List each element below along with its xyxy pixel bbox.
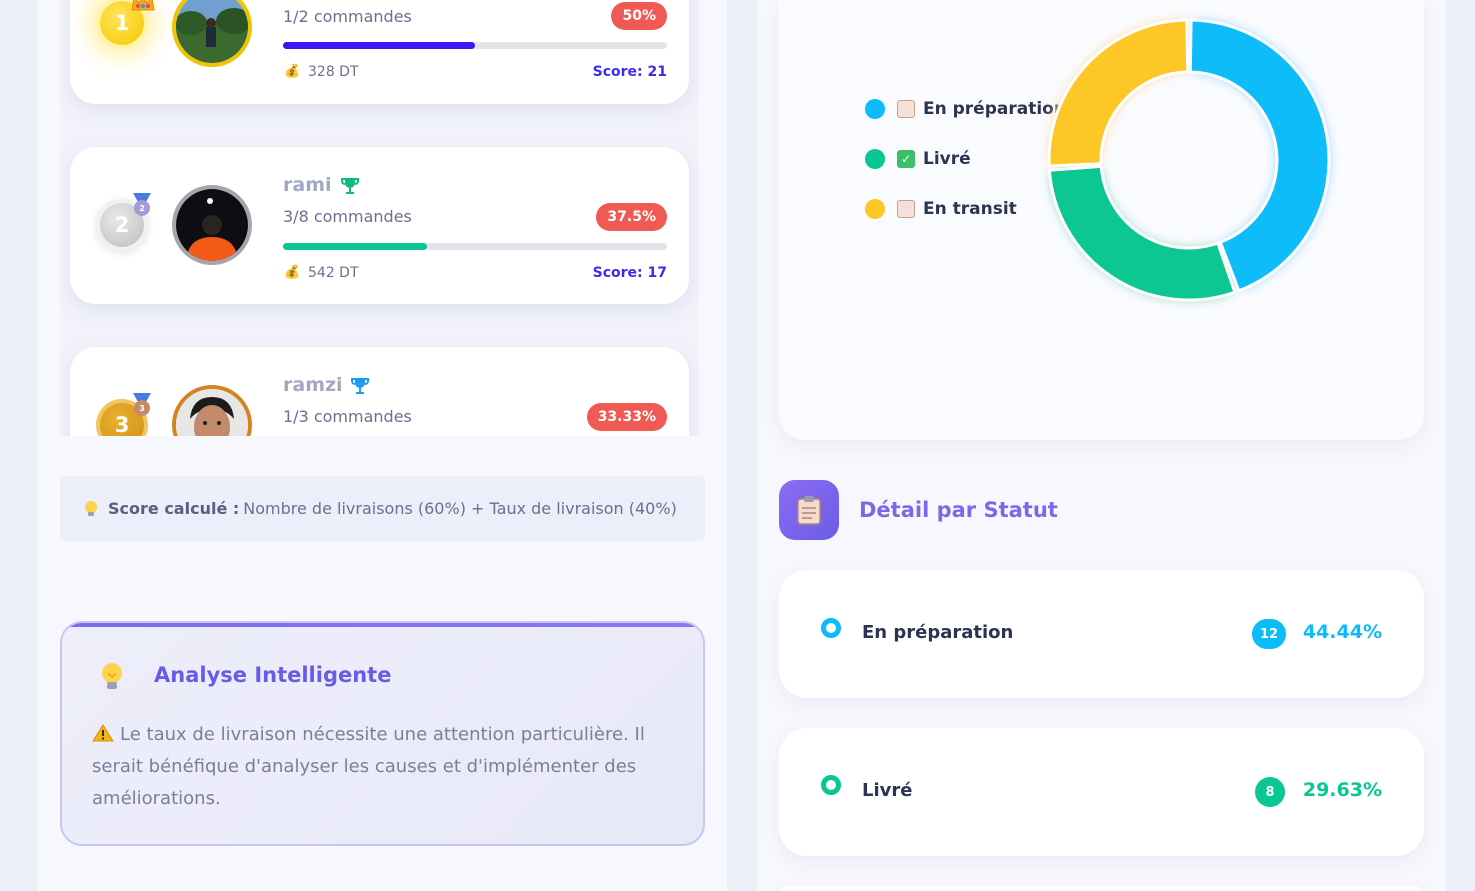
legend-label: Livré: [923, 149, 971, 169]
legend-color-dot: [865, 149, 885, 169]
status-percent: 29.63%: [1302, 779, 1382, 801]
progress-bar: [283, 243, 667, 250]
legend-label: En transit: [923, 199, 1017, 219]
check-box-icon: ✓: [897, 150, 915, 168]
trophy-icon: [341, 178, 359, 194]
progress-bar: [283, 42, 667, 49]
lightbulb-icon: [85, 500, 97, 516]
leaderboard-card-2[interactable]: 2 2 rami 3/8 commandes 37.5% 💰 542 DT Sc…: [70, 147, 689, 304]
score-note-text: Nombre de livraisons (60%) + Taux de liv…: [243, 499, 677, 518]
orders-count: 1/2 commandes: [283, 7, 412, 26]
score: Score: 21: [592, 64, 667, 80]
leaderboard-card-1[interactable]: 1 1/2 commandes 50% 💰 328 DT Score: 21: [70, 0, 689, 104]
percent-badge: 33.33%: [586, 403, 667, 431]
user-name: ramzi: [283, 374, 343, 396]
avatar: [172, 0, 252, 67]
leaderboard-card-3[interactable]: 3 3 ramzi 1/3 commandes 33.33%: [70, 347, 689, 436]
status-label: En préparation: [862, 622, 1014, 643]
analysis-text: Le taux de livraison nécessite une atten…: [92, 719, 682, 815]
status-label: Livré: [862, 780, 913, 801]
orders-count: 3/8 commandes: [283, 207, 412, 226]
detail-header: Détail par Statut: [779, 480, 1058, 540]
progress-bar-fill: [283, 42, 475, 49]
bronze-medal-icon: 3: [132, 393, 152, 417]
lightbulb-icon: [102, 663, 122, 689]
legend-color-dot: [865, 99, 885, 119]
status-card-en-preparation[interactable]: En préparation 12 44.44%: [779, 570, 1424, 698]
donut-slice-en-transit[interactable]: [1047, 18, 1190, 168]
legend-item-livre[interactable]: ✓ Livré: [865, 147, 971, 171]
clipboard-icon: [897, 200, 915, 218]
clipboard-icon: [779, 480, 839, 540]
amount: 542 DT: [308, 265, 359, 281]
user-name: rami: [283, 174, 332, 196]
status-percent: 44.44%: [1302, 621, 1382, 643]
analysis-message: Le taux de livraison nécessite une atten…: [92, 724, 645, 809]
legend-color-dot: [865, 199, 885, 219]
score-formula-note: Score calculé : Nombre de livraisons (60…: [60, 476, 705, 541]
percent-badge: 50%: [611, 2, 667, 30]
progress-bar-fill: [283, 243, 427, 250]
score-note-label: Score calculé :: [108, 499, 240, 518]
avatar: [172, 185, 252, 265]
status-ring-icon: [821, 618, 841, 638]
avatar: [172, 385, 252, 436]
leaderboard-list[interactable]: 1 1/2 commandes 50% 💰 328 DT Score: 21 2…: [60, 0, 699, 436]
status-count-badge: 12: [1252, 619, 1286, 649]
analysis-accent-line: [62, 623, 703, 627]
status-chart-card: En préparation ✓ Livré En transit: [779, 0, 1424, 440]
trophy-icon: [351, 378, 369, 394]
status-count-badge: 8: [1255, 777, 1285, 807]
money-bag-icon: 💰: [284, 64, 301, 79]
donut-chart: [1047, 18, 1331, 302]
status-ring-icon: [821, 775, 841, 795]
score: Score: 17: [592, 265, 667, 281]
analysis-card: Analyse Intelligente Le taux de livraiso…: [60, 621, 705, 846]
status-card-livre[interactable]: Livré 8 29.63%: [779, 728, 1424, 856]
legend-item-en-transit[interactable]: En transit: [865, 197, 1017, 221]
orders-count: 1/3 commandes: [283, 407, 412, 426]
status-card-en-transit[interactable]: [779, 886, 1424, 891]
detail-title: Détail par Statut: [859, 498, 1058, 522]
money-bag-icon: 💰: [284, 265, 301, 280]
warning-icon: [92, 724, 114, 742]
donut-slice-livré[interactable]: [1047, 164, 1237, 302]
analysis-title: Analyse Intelligente: [154, 663, 392, 687]
amount: 328 DT: [308, 64, 359, 80]
percent-badge: 37.5%: [596, 203, 667, 231]
crown-icon: [131, 0, 155, 11]
silver-medal-icon: 2: [132, 193, 152, 217]
clipboard-icon: [897, 100, 915, 118]
